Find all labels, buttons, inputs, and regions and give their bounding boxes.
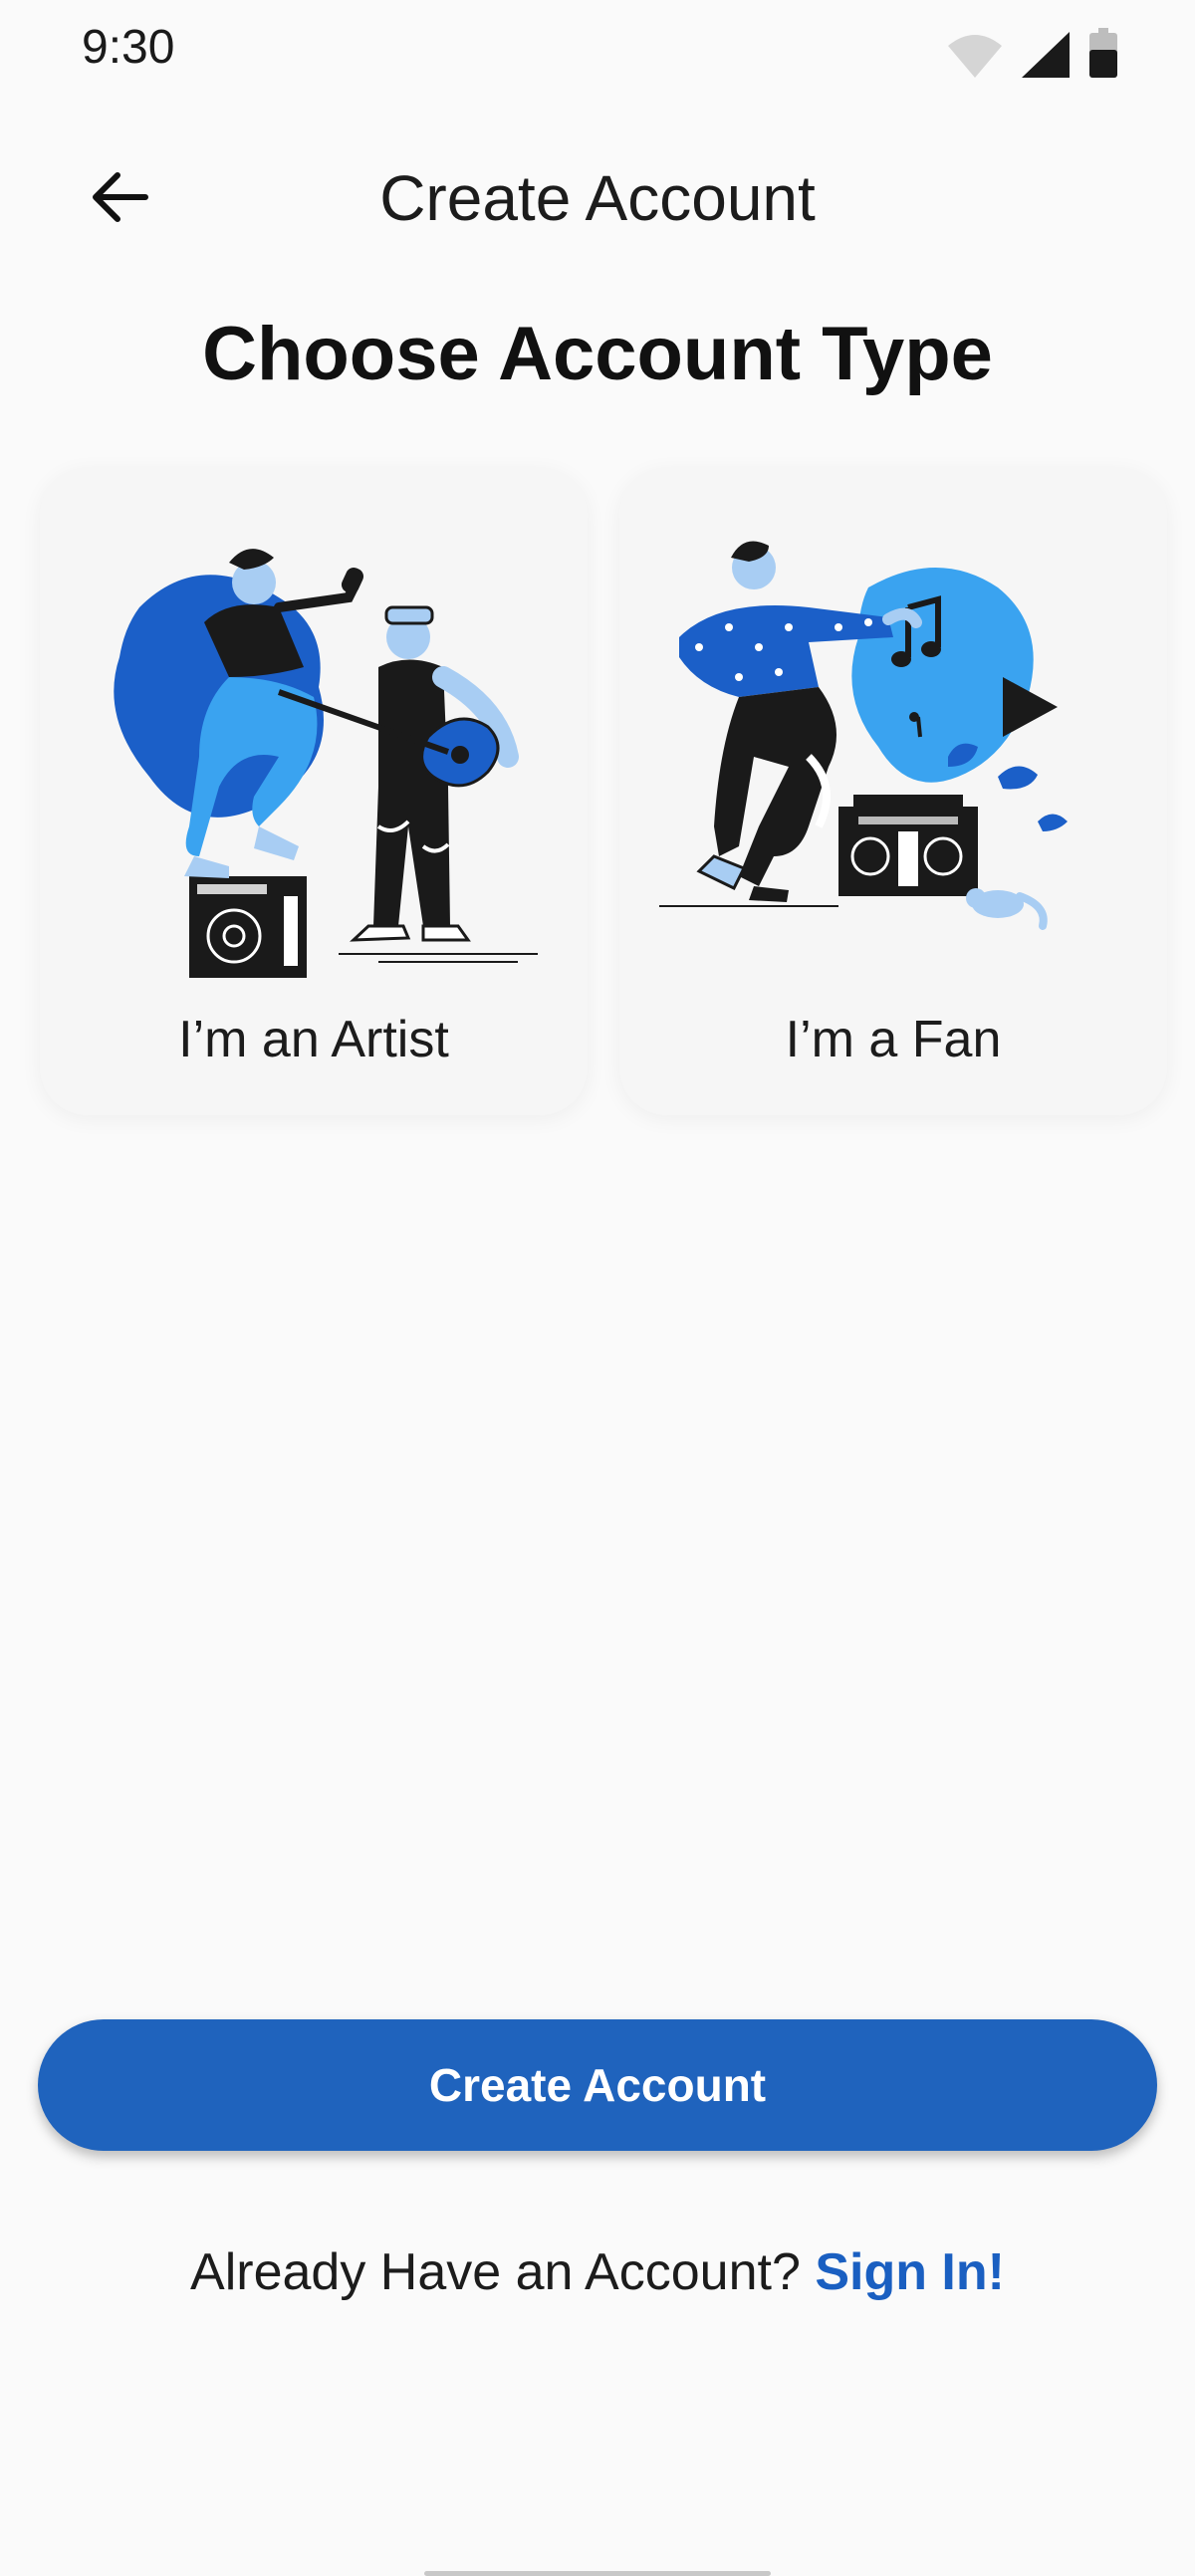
artist-illustration — [114, 549, 538, 978]
signin-prompt: Already Have an Account? — [190, 2243, 816, 2301]
status-icons — [948, 28, 1117, 83]
home-indicator[interactable] — [424, 2571, 771, 2576]
create-account-button[interactable]: Create Account — [38, 2019, 1157, 2151]
account-type-label-artist: I’m an Artist — [178, 1011, 449, 1068]
battery-icon — [1089, 28, 1117, 83]
wifi-icon — [948, 32, 1002, 83]
signin-row: Already Have an Account? Sign In! — [0, 2242, 1195, 2302]
account-type-label-fan: I’m a Fan — [785, 1011, 1002, 1068]
account-type-card-artist[interactable]: I’m an Artist — [40, 468, 588, 1115]
status-bar: 9:30 — [0, 0, 1195, 100]
app-bar-title: Create Account — [379, 162, 816, 234]
page-heading: Choose Account Type — [202, 312, 993, 396]
status-time: 9:30 — [82, 21, 175, 74]
cellular-signal-icon — [1022, 32, 1070, 83]
fan-illustration — [659, 541, 1068, 930]
account-type-card-fan[interactable]: I’m a Fan — [619, 468, 1167, 1115]
signin-link[interactable]: Sign In! — [815, 2243, 1005, 2301]
